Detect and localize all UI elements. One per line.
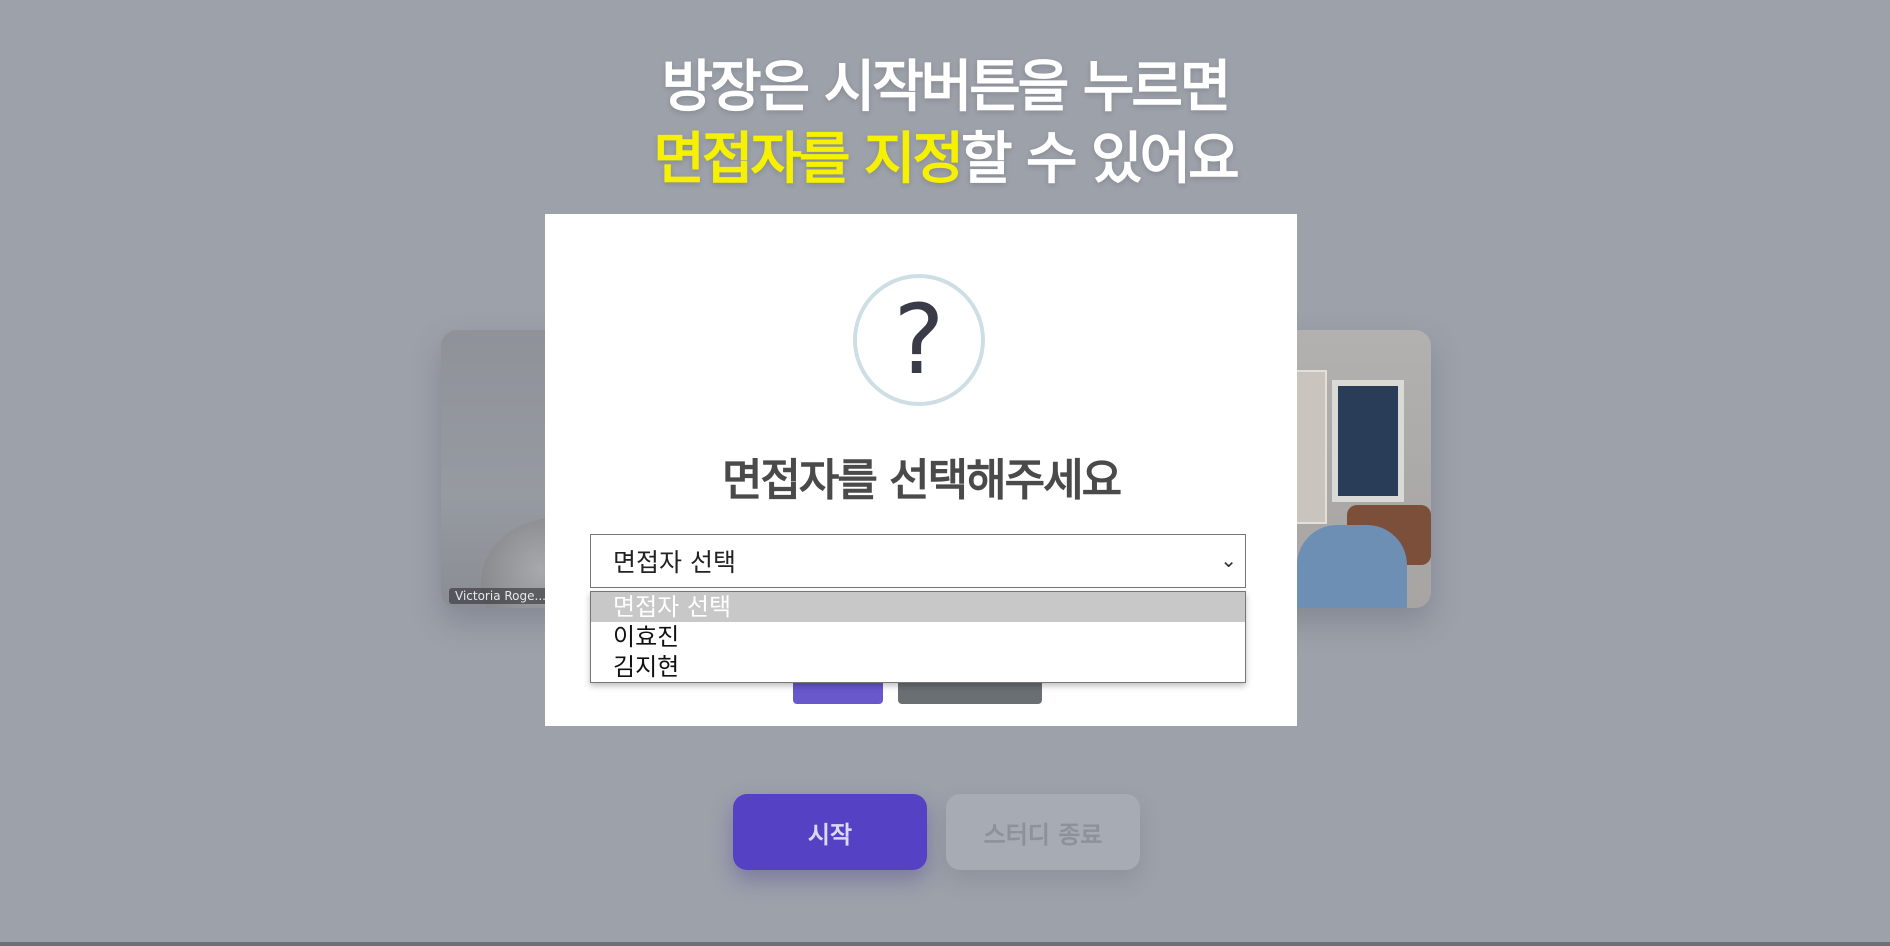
caption-line-1: 방장은 시작버튼을 누르면: [661, 55, 1232, 120]
modal-title: 면접자를 선택해주세요: [721, 455, 1122, 506]
select-interviewer-modal: ? 면접자를 선택해주세요 면접자 선택 ⌄ 면접자 선택 이효진 김지현: [545, 214, 1297, 726]
start-button[interactable]: 시작: [733, 794, 927, 870]
participant-name-tag: Victoria Roge...: [449, 588, 552, 604]
end-study-button[interactable]: 스터디 종료: [946, 794, 1140, 870]
dropdown-option[interactable]: 면접자 선택: [591, 592, 1245, 622]
dropdown-option[interactable]: 김지현: [591, 652, 1245, 682]
participant-video: [1297, 525, 1407, 608]
background-shelf: [1293, 370, 1327, 524]
background-window: [1332, 380, 1404, 502]
interviewer-dropdown-list: 면접자 선택 이효진 김지현: [590, 591, 1246, 683]
chevron-down-icon: ⌄: [1220, 548, 1237, 572]
select-value: 면접자 선택: [613, 548, 736, 577]
dropdown-option[interactable]: 이효진: [591, 622, 1245, 652]
caption-line-2: 면접자를 지정할 수 있어요: [0, 124, 1890, 196]
caption-highlight: 면접자를 지정: [653, 127, 964, 192]
bottom-divider: [0, 942, 1890, 946]
question-icon: ?: [853, 274, 985, 406]
tutorial-caption: 방장은 시작버튼을 누르면 면접자를 지정할 수 있어요: [0, 52, 1890, 196]
caption-line-2-rest: 할 수 있어요: [961, 127, 1240, 192]
interviewer-select[interactable]: 면접자 선택 ⌄: [590, 534, 1246, 588]
